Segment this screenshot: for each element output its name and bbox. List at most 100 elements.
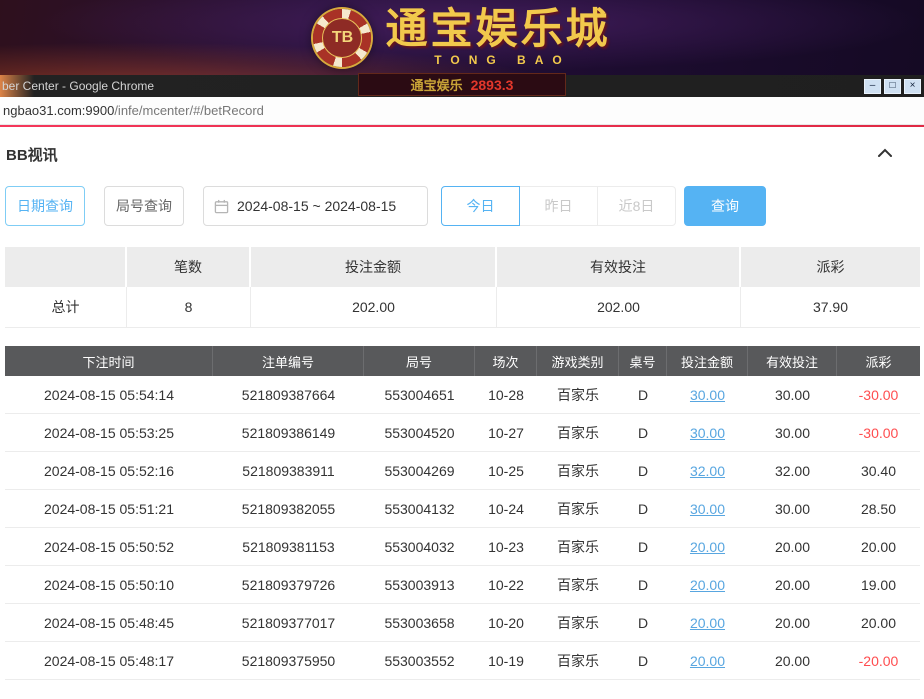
url-path: /infe/mcenter/#/betRecord <box>114 103 264 118</box>
valid-bet: 30.00 <box>748 490 837 527</box>
table-row: 2024-08-15 05:48:45 521809377017 5530036… <box>5 604 920 642</box>
bet-amount-link[interactable]: 20.00 <box>690 615 725 631</box>
header-game-type: 游戏类别 <box>537 346 619 376</box>
header-valid-bet: 有效投注 <box>748 346 837 376</box>
address-bar[interactable]: ngbao31.com:9900/infe/mcenter/#/betRecor… <box>0 97 924 125</box>
bet-time: 2024-08-15 05:53:25 <box>5 414 213 451</box>
table-no: D <box>619 604 667 641</box>
bet-amount-link[interactable]: 20.00 <box>690 577 725 593</box>
round-no: 553004032 <box>364 528 475 565</box>
bet-id: 521809375950 <box>213 642 364 679</box>
payout-cell: 19.00 <box>837 566 920 603</box>
valid-bet: 20.00 <box>748 566 837 603</box>
table-row: 2024-08-15 05:48:17 521809375950 5530035… <box>5 642 920 680</box>
game-type: 百家乐 <box>537 528 619 565</box>
search-button[interactable]: 查询 <box>684 186 766 226</box>
bet-time: 2024-08-15 05:54:14 <box>5 376 213 413</box>
bet-id: 521809382055 <box>213 490 364 527</box>
bet-id: 521809381153 <box>213 528 364 565</box>
table-row: 2024-08-15 05:50:10 521809379726 5530039… <box>5 566 920 604</box>
round-no: 553004132 <box>364 490 475 527</box>
summary-header-bet-amount: 投注金额 <box>251 247 497 287</box>
header-bet-time: 下注时间 <box>5 346 213 376</box>
date-range-picker[interactable]: 2024-08-15 ~ 2024-08-15 <box>203 186 428 226</box>
header-round-no: 局号 <box>364 346 475 376</box>
last-8-days-button[interactable]: 近8日 <box>597 186 676 226</box>
summary-table: 笔数 投注金额 有效投注 派彩 总计 8 202.00 202.00 37.90 <box>5 247 920 328</box>
maximize-button[interactable]: □ <box>884 79 901 94</box>
summary-bet-amount-value: 202.00 <box>251 287 497 327</box>
bet-amount-link[interactable]: 32.00 <box>690 463 725 479</box>
header-payout: 派彩 <box>837 346 920 376</box>
round-no: 553004269 <box>364 452 475 489</box>
valid-bet: 30.00 <box>748 414 837 451</box>
session-no: 10-25 <box>475 452 537 489</box>
bet-time: 2024-08-15 05:50:52 <box>5 528 213 565</box>
calendar-icon <box>214 199 229 214</box>
header-bet-amount: 投注金额 <box>667 346 748 376</box>
bet-amount-link[interactable]: 20.00 <box>690 539 725 555</box>
round-no: 553004651 <box>364 376 475 413</box>
bet-amount-link[interactable]: 30.00 <box>690 387 725 403</box>
game-type: 百家乐 <box>537 376 619 413</box>
valid-bet: 30.00 <box>748 376 837 413</box>
summary-header-payout: 派彩 <box>741 247 920 287</box>
bet-id: 521809386149 <box>213 414 364 451</box>
accent-divider <box>0 125 924 127</box>
round-query-tab[interactable]: 局号查询 <box>104 186 184 226</box>
header-table-no: 桌号 <box>619 346 667 376</box>
summary-header-count: 笔数 <box>127 247 251 287</box>
session-no: 10-27 <box>475 414 537 451</box>
table-header-row: 下注时间 注单编号 局号 场次 游戏类别 桌号 投注金额 有效投注 派彩 <box>5 346 920 376</box>
game-type: 百家乐 <box>537 566 619 603</box>
payout-cell: 20.00 <box>837 528 920 565</box>
session-no: 10-22 <box>475 566 537 603</box>
bet-amount-link[interactable]: 30.00 <box>690 425 725 441</box>
logo-title: 通宝娱乐城 <box>385 8 610 50</box>
window-title: ber Center - Google Chrome <box>0 79 154 93</box>
summary-header-valid-bet: 有效投注 <box>497 247 741 287</box>
top-region: TB 通宝娱乐城 TONG BAO 通宝娱乐 2893.3 ber Center… <box>0 0 924 127</box>
bet-record-table: 下注时间 注单编号 局号 场次 游戏类别 桌号 投注金额 有效投注 派彩 202… <box>5 346 920 680</box>
table-no: D <box>619 490 667 527</box>
table-no: D <box>619 528 667 565</box>
table-no: D <box>619 376 667 413</box>
payout-cell: 28.50 <box>837 490 920 527</box>
jackpot-value: 2893.3 <box>471 77 514 93</box>
today-button[interactable]: 今日 <box>441 186 520 226</box>
header-bet-id: 注单编号 <box>213 346 364 376</box>
valid-bet: 20.00 <box>748 604 837 641</box>
table-no: D <box>619 642 667 679</box>
collapse-section-button[interactable] <box>872 144 898 164</box>
minimize-button[interactable]: – <box>864 79 881 94</box>
bet-id: 521809377017 <box>213 604 364 641</box>
url-host: ngbao31.com:9900 <box>3 103 114 118</box>
session-no: 10-20 <box>475 604 537 641</box>
yesterday-button[interactable]: 昨日 <box>519 186 598 226</box>
summary-valid-bet-value: 202.00 <box>497 287 741 327</box>
site-banner: TB 通宝娱乐城 TONG BAO <box>0 0 924 75</box>
summary-header-blank <box>5 247 127 287</box>
table-no: D <box>619 414 667 451</box>
chip-monogram: TB <box>322 18 362 58</box>
session-no: 10-24 <box>475 490 537 527</box>
game-type: 百家乐 <box>537 452 619 489</box>
bet-id: 521809383911 <box>213 452 364 489</box>
bet-id: 521809379726 <box>213 566 364 603</box>
session-no: 10-19 <box>475 642 537 679</box>
logo-subtitle: TONG BAO <box>385 53 610 67</box>
bet-time: 2024-08-15 05:51:21 <box>5 490 213 527</box>
payout-cell: -30.00 <box>837 376 920 413</box>
game-type: 百家乐 <box>537 414 619 451</box>
filter-bar: 日期查询 局号查询 2024-08-15 ~ 2024-08-15 今日 昨日 … <box>5 186 920 226</box>
bet-record-page: BB视讯 日期查询 局号查询 2024-08-15 ~ 2024-08-15 今… <box>0 141 924 680</box>
table-row: 2024-08-15 05:52:16 521809383911 5530042… <box>5 452 920 490</box>
bet-time: 2024-08-15 05:48:45 <box>5 604 213 641</box>
bet-amount-link[interactable]: 20.00 <box>690 653 725 669</box>
site-logo: TB 通宝娱乐城 TONG BAO <box>313 8 610 67</box>
bet-amount-link[interactable]: 30.00 <box>690 501 725 517</box>
date-query-tab[interactable]: 日期查询 <box>5 186 85 226</box>
section-header: BB视讯 <box>5 141 920 167</box>
valid-bet: 20.00 <box>748 528 837 565</box>
close-button[interactable]: × <box>904 79 921 94</box>
